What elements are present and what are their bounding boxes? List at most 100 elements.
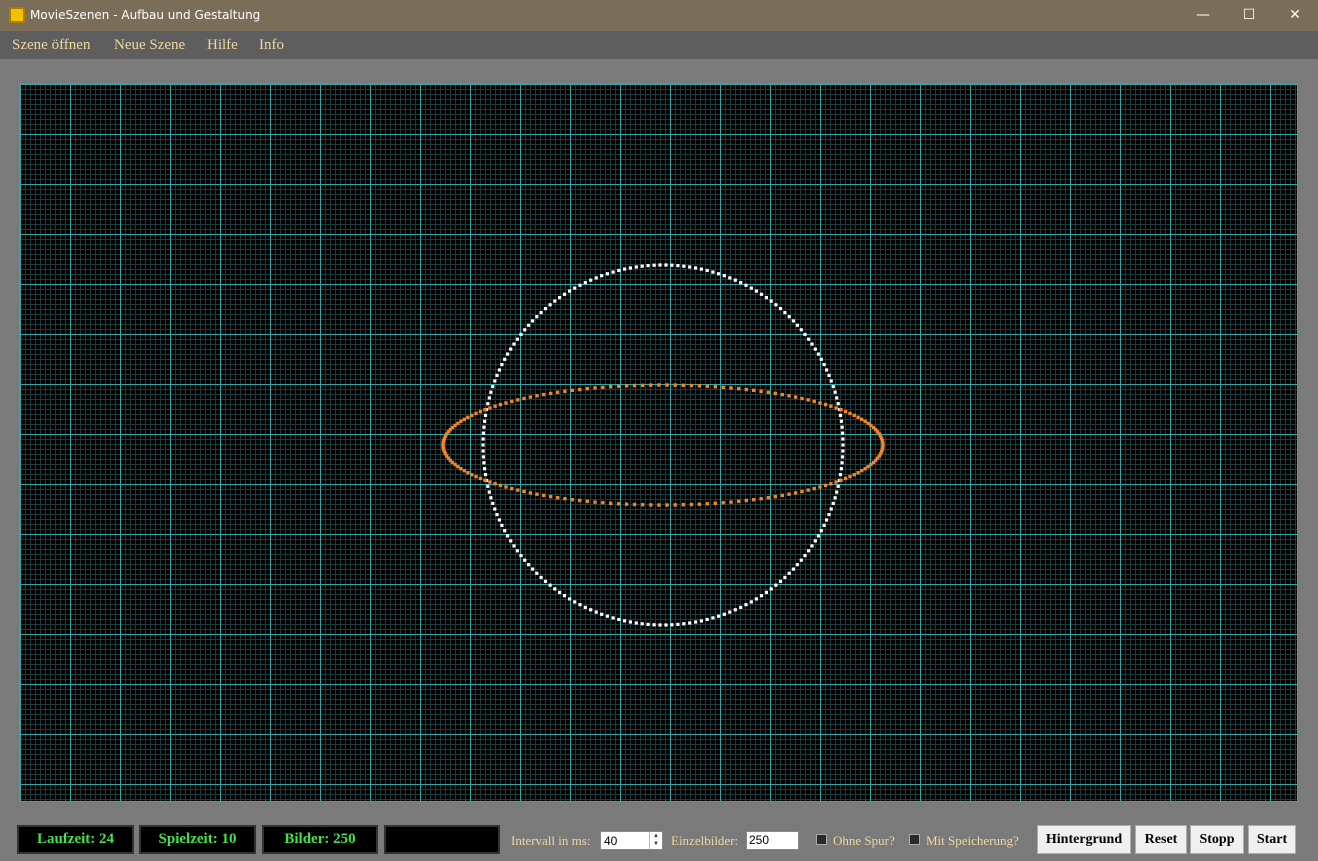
white-circle-dot: [623, 619, 627, 623]
white-circle-dot: [658, 623, 662, 627]
orange-ellipse-dot: [609, 501, 613, 505]
white-circle-dot: [807, 337, 811, 341]
orange-ellipse-dot: [549, 494, 553, 499]
orange-ellipse-dot: [528, 491, 533, 495]
maximize-button[interactable]: ☐: [1226, 0, 1272, 31]
white-circle-dot: [841, 437, 845, 441]
white-circle-dot: [553, 587, 557, 591]
close-button[interactable]: ✕: [1272, 0, 1318, 31]
orange-ellipse-dot: [483, 478, 487, 482]
orange-ellipse-dot: [829, 482, 833, 486]
orange-ellipse-dot: [759, 389, 763, 393]
white-circle-dot: [491, 501, 495, 505]
orange-ellipse-dot: [689, 383, 694, 388]
orange-ellipse-dot: [578, 387, 582, 392]
einzelbilder-field[interactable]: 250: [746, 831, 799, 850]
menu-neue-szene[interactable]: Neue Szene: [114, 37, 185, 54]
orange-ellipse-dot: [570, 498, 574, 502]
orange-ellipse-dot: [673, 503, 677, 507]
white-circle-dot: [841, 455, 845, 459]
orange-ellipse-dot: [601, 501, 605, 505]
orange-ellipse-dot: [689, 502, 694, 507]
orange-ellipse-dot: [681, 503, 685, 507]
white-circle-dot: [558, 296, 562, 300]
menu-szene-oeffnen[interactable]: Szene öffnen: [12, 37, 90, 54]
orange-ellipse-dot: [624, 384, 629, 388]
reset-button[interactable]: Reset: [1135, 825, 1187, 854]
orange-ellipse-dot: [641, 503, 645, 507]
hintergrund-button[interactable]: Hintergrund: [1037, 825, 1131, 854]
white-circle-dot: [699, 619, 703, 623]
orange-ellipse-dot: [766, 390, 770, 394]
white-circle-dot: [497, 518, 501, 522]
white-circle-dot: [839, 419, 843, 423]
mit-speicherung-checkbox[interactable]: [909, 834, 920, 845]
orange-ellipse-dot: [616, 384, 621, 388]
scene-canvas[interactable]: [19, 83, 1298, 802]
white-circle-dot: [831, 501, 835, 505]
orange-ellipse-dot: [585, 499, 589, 503]
stopp-button[interactable]: Stopp: [1190, 825, 1244, 854]
menu-info[interactable]: Info: [259, 37, 284, 54]
orange-ellipse-dot: [488, 480, 492, 484]
orange-ellipse-dot: [510, 486, 514, 491]
white-circle-dot: [652, 623, 656, 627]
minimize-button[interactable]: —: [1180, 0, 1226, 31]
white-circle-dot: [486, 402, 490, 406]
white-circle-dot: [778, 307, 783, 311]
intervall-value[interactable]: 40: [604, 834, 617, 848]
orange-ellipse-dot: [856, 471, 860, 475]
white-circle-dot: [589, 608, 593, 612]
white-circle-dot: [807, 549, 811, 553]
white-circle-dot: [827, 373, 831, 377]
title-bar: MovieSzenen - Aufbau und Gestaltung — ☐ …: [0, 0, 1318, 31]
white-circle-dot: [783, 575, 787, 579]
orange-ellipse-dot: [834, 480, 838, 484]
white-circle-dot: [515, 549, 519, 553]
white-circle-dot: [664, 263, 668, 267]
white-circle-dot: [493, 379, 497, 383]
white-circle-dot: [489, 496, 493, 500]
white-circle-dot: [833, 496, 837, 500]
orange-ellipse-dot: [839, 478, 843, 482]
orange-ellipse-dot: [860, 417, 864, 421]
orange-ellipse-dot: [474, 411, 478, 416]
white-circle-dot: [600, 612, 604, 616]
orange-ellipse-dot: [843, 409, 848, 414]
orange-ellipse-dot: [787, 492, 791, 496]
spinner-arrows-icon[interactable]: ▲ ▼: [649, 832, 662, 849]
white-circle-dot: [722, 274, 726, 278]
white-circle-dot: [699, 267, 703, 271]
white-circle-dot: [634, 621, 638, 625]
white-circle-dot: [728, 610, 732, 614]
orange-ellipse-dot: [737, 499, 741, 503]
orange-ellipse-dot: [504, 485, 508, 489]
white-circle-dot: [527, 323, 531, 327]
white-circle-dot: [605, 614, 609, 618]
white-circle-dot: [481, 437, 485, 441]
start-button[interactable]: Start: [1248, 825, 1296, 854]
white-circle-dot: [658, 263, 662, 267]
menu-hilfe[interactable]: Hilfe: [207, 37, 238, 54]
white-circle-dot: [717, 614, 721, 618]
white-circle-dot: [670, 623, 674, 627]
menu-bar: Szene öffnen Neue Szene Hilfe Info: [0, 31, 1318, 59]
ohne-spur-checkbox[interactable]: [816, 834, 827, 845]
orange-ellipse-dot: [516, 398, 520, 402]
orange-ellipse-dot: [705, 502, 710, 506]
orange-ellipse-dot: [881, 441, 885, 445]
white-circle-dot: [833, 390, 837, 394]
white-circle-dot: [791, 319, 795, 323]
orange-ellipse-dot: [713, 501, 717, 505]
orange-ellipse-dot: [800, 489, 804, 494]
white-circle-dot: [835, 490, 839, 494]
white-circle-dot: [500, 363, 504, 367]
scene-drawing: [441, 263, 885, 627]
white-circle-dot: [764, 590, 768, 594]
white-circle-dot: [568, 597, 572, 601]
intervall-spinner[interactable]: 40 ▲ ▼: [600, 831, 663, 850]
orange-ellipse-dot: [483, 408, 487, 412]
orange-ellipse-dot: [843, 476, 848, 481]
orange-ellipse-dot: [793, 491, 798, 495]
white-circle-dot: [600, 274, 604, 278]
